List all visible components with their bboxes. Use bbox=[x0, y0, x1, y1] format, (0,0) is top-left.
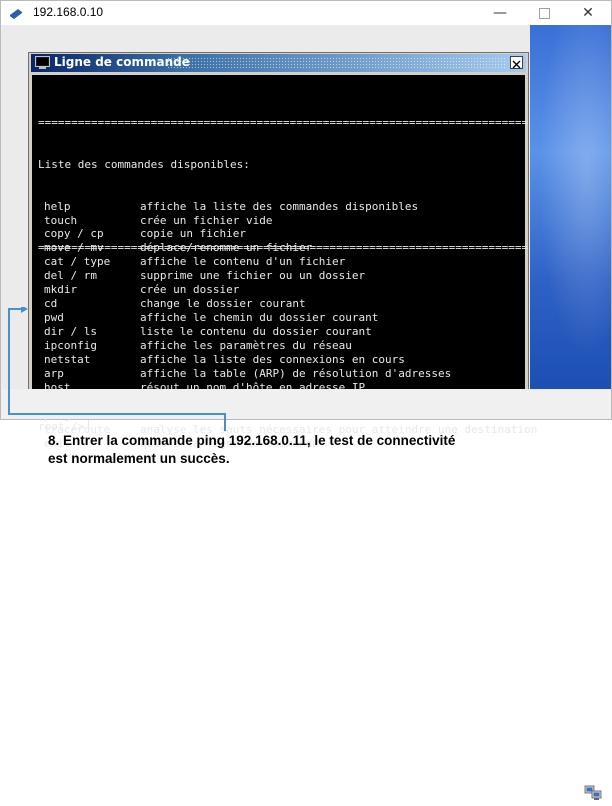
network-computers-icon[interactable] bbox=[584, 785, 602, 801]
command-row: copy / cp copie un fichier bbox=[38, 227, 537, 241]
command-row: cat / type affiche le contenu d'un fichie… bbox=[38, 255, 537, 269]
command-description: copie un fichier bbox=[140, 227, 246, 241]
command-name: cat / type bbox=[44, 255, 111, 269]
close-icon: ✕ bbox=[582, 5, 594, 21]
close-button[interactable]: ✕ bbox=[566, 1, 610, 25]
help-heading: Liste des commandes disponibles: bbox=[38, 157, 250, 171]
os-titlebar: 192.168.0.10 — ✕ bbox=[1, 1, 611, 25]
minimize-icon: — bbox=[493, 5, 507, 21]
maximize-button[interactable] bbox=[522, 1, 566, 25]
command-row: touch crée un fichier vide bbox=[38, 214, 537, 228]
command-name: help bbox=[44, 199, 71, 213]
command-description: crée un fichier vide bbox=[140, 213, 273, 227]
callout-arrow bbox=[8, 307, 226, 431]
desktop-wallpaper bbox=[530, 25, 611, 389]
separator-top: ========================================… bbox=[38, 115, 529, 129]
network-app-icon bbox=[9, 6, 23, 20]
command-name: copy / cp bbox=[44, 227, 104, 241]
command-name: touch bbox=[44, 213, 78, 227]
titlebar-pattern bbox=[167, 57, 507, 69]
command-row: help affiche la liste des commandes dispo… bbox=[38, 200, 537, 214]
separator-bottom: ========================================… bbox=[38, 241, 529, 255]
maximize-icon bbox=[538, 7, 550, 19]
caption-line-1: 8. Entrer la commande ping 192.168.0.11,… bbox=[48, 433, 456, 448]
instruction-caption: 8. Entrer la commande ping 192.168.0.11,… bbox=[48, 432, 608, 468]
console-title: Ligne de commande bbox=[54, 55, 190, 69]
minimize-button[interactable]: — bbox=[478, 1, 522, 25]
caption-line-2: est normalement un succès. bbox=[48, 451, 230, 466]
close-box-icon[interactable] bbox=[510, 56, 523, 69]
command-description: affiche la liste des commandes disponibl… bbox=[140, 199, 419, 213]
command-description: crée un dossier bbox=[140, 283, 240, 297]
command-description: supprime une fichier ou un dossier bbox=[140, 269, 366, 283]
command-row: mkdir crée un dossier bbox=[38, 283, 537, 297]
command-description: affiche le contenu d'un fichier bbox=[140, 255, 346, 269]
terminal-icon bbox=[35, 56, 50, 69]
command-row: del / rm supprime une fichier ou un dossi… bbox=[38, 269, 537, 283]
console-titlebar[interactable]: Ligne de commande bbox=[31, 54, 526, 72]
os-window-title: 192.168.0.10 bbox=[33, 5, 104, 19]
command-name: del / rm bbox=[44, 269, 97, 283]
command-name: mkdir bbox=[44, 283, 78, 297]
